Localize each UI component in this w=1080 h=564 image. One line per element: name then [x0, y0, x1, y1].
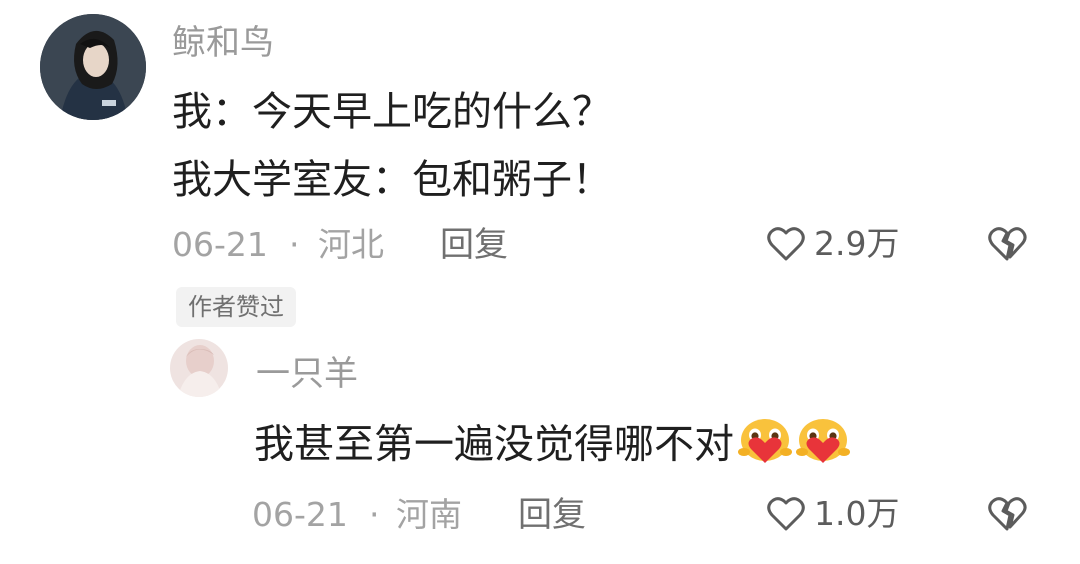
comment-location: 河北: [318, 225, 384, 264]
heart-outline-icon: [766, 495, 806, 533]
comment-dislike-button[interactable]: [986, 224, 1028, 264]
reply-separator: ·: [369, 495, 380, 534]
comment-text-line-2: 我大学室友：包和粥子！: [172, 157, 612, 203]
comment-text-line-1: 我：今天早上吃的什么？: [172, 89, 612, 135]
reply-dislike-button[interactable]: [986, 494, 1028, 534]
comment-like-count: 2.9万: [814, 224, 900, 263]
comment-separator: ·: [289, 225, 300, 264]
comment-date: 06-21: [172, 225, 268, 264]
heart-hug-emoji-icon: [796, 416, 850, 477]
reply-like-button[interactable]: 1.0万: [766, 494, 899, 534]
reply-location: 河南: [396, 495, 462, 534]
comment-like-button[interactable]: 2.9万: [766, 224, 899, 264]
avatar[interactable]: [40, 14, 146, 120]
reply-username[interactable]: 一只羊: [256, 354, 358, 394]
broken-heart-icon: [986, 494, 1028, 534]
heart-outline-icon: [766, 225, 806, 263]
reply-text-row: 我甚至第一遍没觉得哪不对: [254, 416, 850, 477]
reply-date: 06-21: [252, 495, 348, 534]
comment-reply-button[interactable]: 回复: [440, 225, 508, 265]
broken-heart-icon: [986, 224, 1028, 264]
emoji-group: [738, 416, 850, 477]
reply-text: 我甚至第一遍没觉得哪不对: [254, 421, 734, 468]
reply-reply-button[interactable]: 回复: [518, 495, 586, 535]
heart-hug-emoji-icon: [738, 416, 792, 477]
reply-avatar[interactable]: [170, 339, 228, 397]
author-liked-badge: 作者赞过: [176, 287, 296, 327]
comment-username[interactable]: 鲸和鸟: [172, 23, 274, 63]
reply-like-count: 1.0万: [814, 494, 900, 533]
